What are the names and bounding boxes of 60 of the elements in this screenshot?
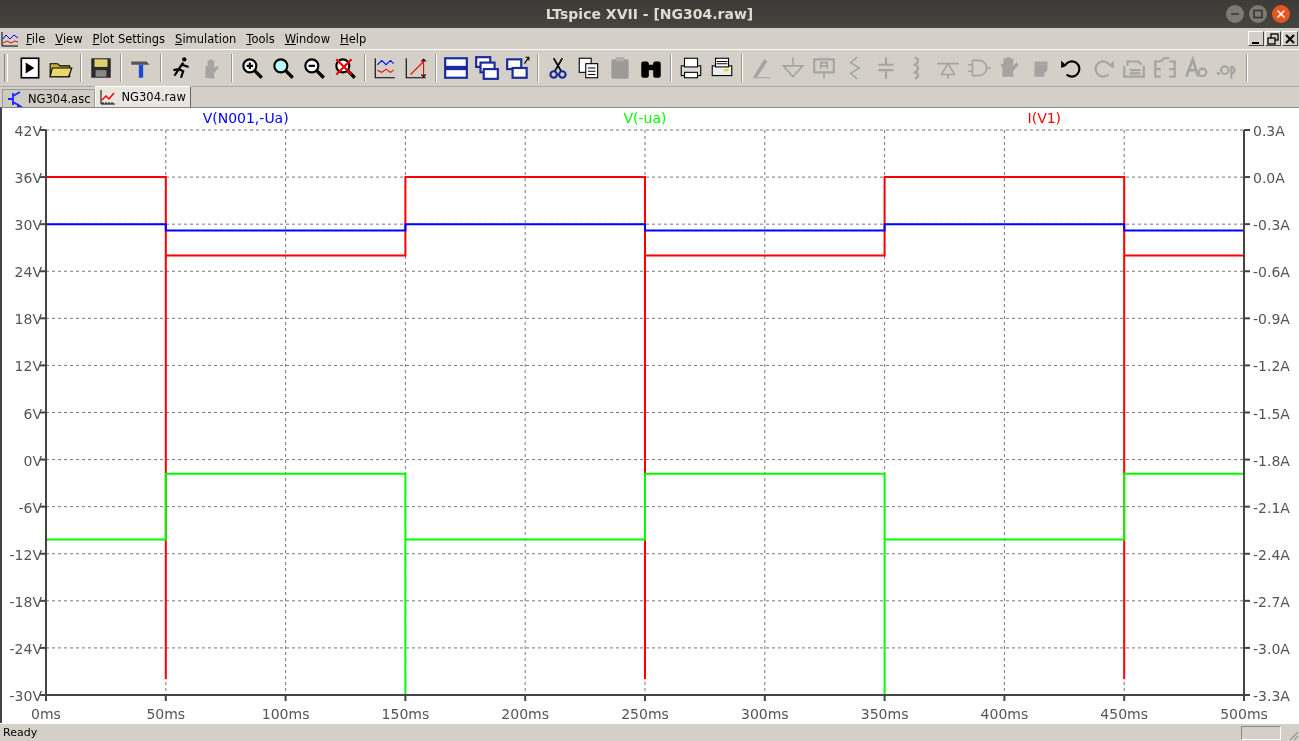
y-axis-label: -2.4A: [1253, 546, 1290, 563]
y-axis-label: 24V: [14, 264, 42, 281]
y-axis-label: -3.0A: [1253, 640, 1290, 657]
x-axis-label: 300ms: [740, 706, 789, 722]
y-axis-label: 0.3A: [1253, 123, 1285, 139]
restore-icon[interactable]: [1265, 31, 1281, 46]
close-icon[interactable]: [1282, 31, 1298, 46]
y-axis-label: -18V: [9, 593, 42, 610]
y-axis-label: -1.8A: [1253, 452, 1290, 469]
status-text: Ready: [3, 726, 38, 739]
x-axis-label: 100ms: [261, 706, 310, 722]
x-axis-label: 150ms: [381, 706, 430, 722]
document-tab[interactable]: NG304.raw: [95, 86, 191, 107]
x-axis-label: 0ms: [31, 706, 61, 722]
menu-item[interactable]: File: [21, 29, 51, 48]
x-axis-label: 50ms: [146, 706, 186, 722]
menu-item[interactable]: Plot Settings: [87, 29, 171, 48]
transistor-icon: [7, 90, 23, 107]
menu-item[interactable]: Help: [335, 29, 372, 48]
y-axis-label: -3.3A: [1253, 688, 1290, 704]
y-axis-label: -24V: [9, 640, 42, 657]
y-axis-label: -0.6A: [1253, 264, 1290, 281]
y-axis-label: 6V: [23, 405, 42, 422]
y-axis-label: 18V: [14, 311, 42, 328]
x-axis-label: 500ms: [1220, 706, 1268, 722]
menu-item[interactable]: Tools: [241, 29, 280, 48]
y-axis-label: -2.1A: [1253, 499, 1290, 516]
y-axis-label: -1.2A: [1253, 358, 1290, 375]
x-axis-label: 450ms: [1100, 706, 1149, 722]
menu-item[interactable]: Simulation: [170, 29, 242, 48]
close-icon[interactable]: [1271, 4, 1291, 24]
x-axis-label: 350ms: [860, 706, 909, 722]
document-tab[interactable]: NG304.asc: [2, 89, 96, 107]
y-axis-label: 30V: [14, 217, 42, 234]
trace-label[interactable]: V(N001,-Ua): [202, 110, 289, 126]
y-axis-label: 0V: [23, 452, 42, 469]
minimize-icon[interactable]: [1248, 31, 1264, 46]
y-axis-label: -0.3A: [1253, 217, 1290, 234]
y-axis-label: -1.5A: [1253, 405, 1290, 422]
trace-label[interactable]: I(V1): [1027, 110, 1062, 126]
y-axis-label: -30V: [9, 688, 42, 704]
x-axis-label: 400ms: [980, 706, 1029, 722]
y-axis-label: -12V: [9, 546, 42, 563]
window-title: LTspice XVII - [NG304.raw]: [545, 6, 754, 22]
y-axis-label: -2.7A: [1253, 593, 1290, 610]
menu-item[interactable]: View: [50, 29, 88, 48]
y-axis-label: -0.9A: [1253, 311, 1290, 328]
x-axis-label: 200ms: [501, 706, 550, 722]
waveform-app-icon: [1, 30, 19, 47]
y-axis-label: 12V: [14, 358, 42, 375]
y-axis-label: 0.0A: [1253, 170, 1285, 187]
cascade-windows-icon[interactable]: [472, 53, 502, 83]
resize-grip-icon[interactable]: [1287, 729, 1299, 741]
status-panel: [1241, 725, 1281, 740]
x-axis-label: 250ms: [621, 706, 669, 722]
y-axis-label: 36V: [14, 170, 42, 187]
waveform-icon: [100, 89, 117, 105]
y-axis-label: -6V: [18, 499, 42, 516]
y-axis-label: 42V: [14, 123, 42, 139]
menu-item[interactable]: Window: [279, 29, 336, 48]
